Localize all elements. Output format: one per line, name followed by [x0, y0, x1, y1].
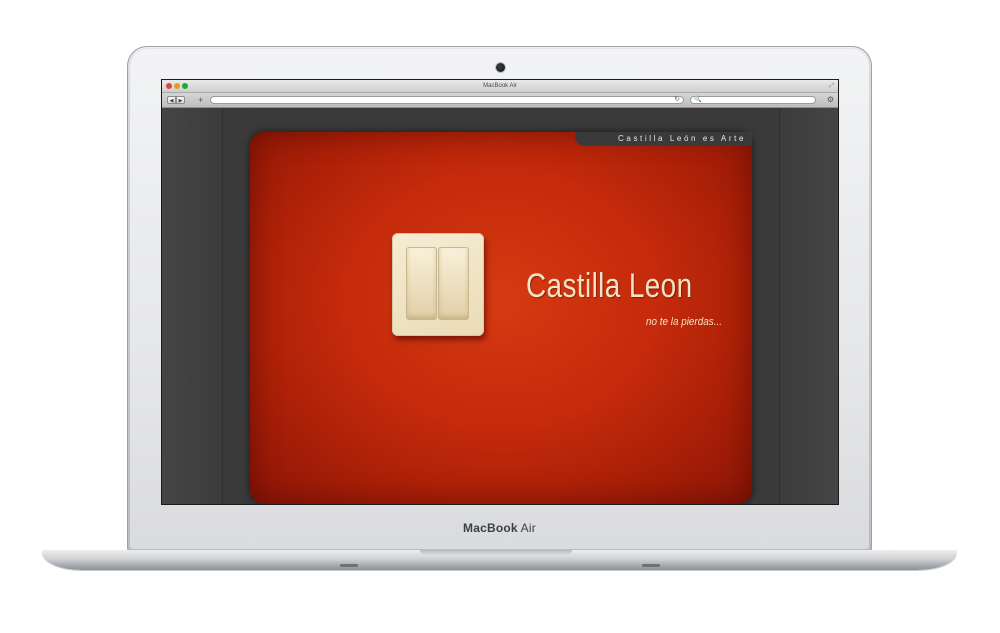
page-tagline: no te la pierdas... [646, 316, 722, 328]
browser-titlebar: MacBook Air ⤢ [162, 80, 838, 93]
laptop-screen: MacBook Air ⤢ ◀ ▶ + ↻ 🔍 ⚙ Castilla Leon … [162, 80, 838, 504]
switch-rocker-right [438, 247, 469, 320]
device-model: Air [520, 521, 536, 535]
search-input[interactable]: 🔍 [690, 96, 816, 104]
add-bookmark-button[interactable]: + [198, 95, 203, 105]
laptop-foot-right [642, 564, 660, 567]
light-switch-image [392, 233, 484, 336]
address-bar[interactable]: ↻ [210, 96, 684, 104]
switch-rocker-left [406, 247, 437, 320]
page-sidebar-right [779, 108, 838, 504]
page-sidebar-left [162, 108, 223, 504]
window-title: MacBook Air [483, 83, 517, 89]
header-tab[interactable]: Castilla León es Arte [575, 132, 752, 146]
hero-card: Castilla Leon no te la pierdas... [250, 132, 752, 504]
forward-button[interactable]: ▶ [176, 96, 185, 104]
device-label: MacBook Air [130, 521, 869, 535]
laptop-foot-left [340, 564, 358, 567]
reload-icon[interactable]: ↻ [674, 95, 680, 105]
search-icon: 🔍 [694, 97, 702, 103]
lid-opening-notch [420, 550, 572, 555]
fullscreen-icon[interactable]: ⤢ [829, 82, 834, 90]
gear-icon[interactable]: ⚙ [827, 95, 834, 105]
back-button[interactable]: ◀ [167, 96, 176, 104]
page-title: Castilla Leon [526, 267, 693, 305]
browser-toolbar: ◀ ▶ + ↻ 🔍 ⚙ [162, 93, 838, 108]
header-tab-label: Castilla León es Arte [618, 134, 746, 143]
device-brand: MacBook [463, 521, 518, 535]
camera-icon [496, 63, 505, 72]
web-page: Castilla Leon no te la pierdas... Castil… [162, 108, 838, 504]
